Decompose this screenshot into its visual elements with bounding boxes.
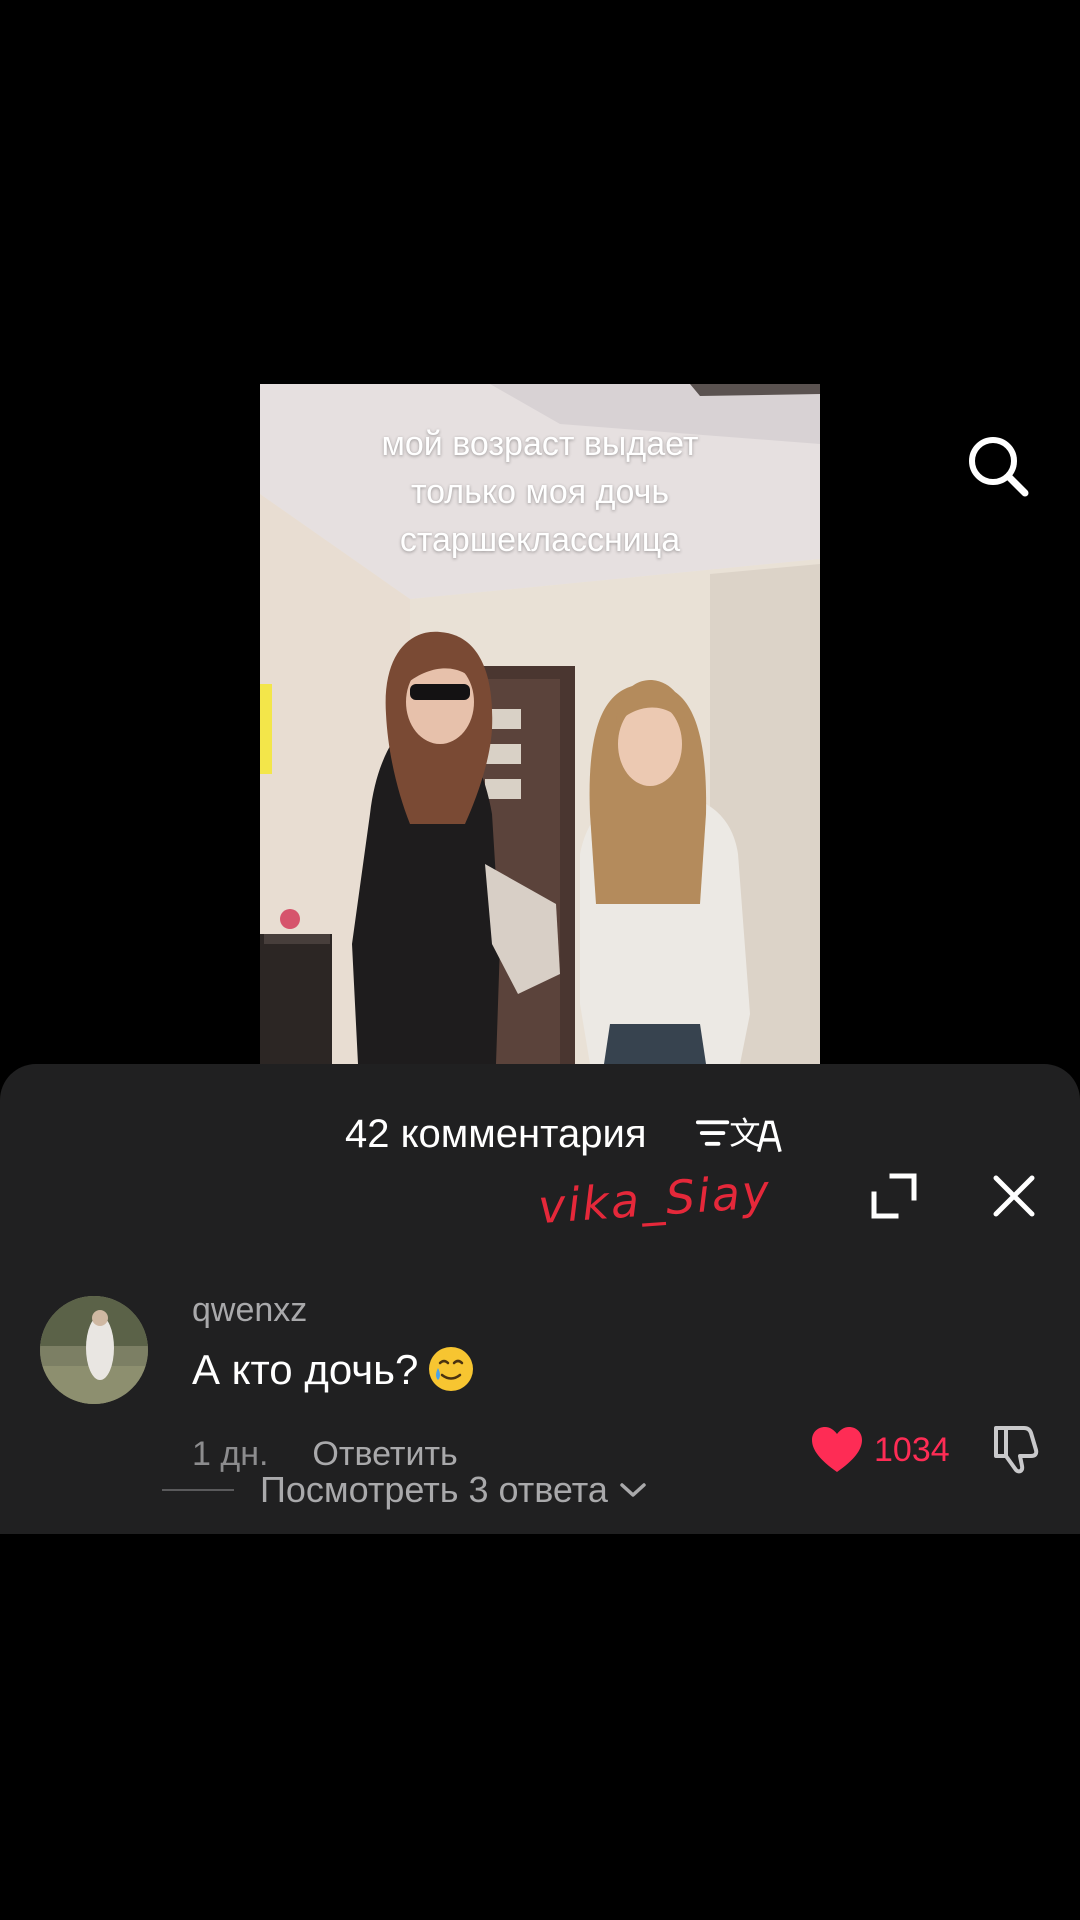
comment-text: А кто дочь? [192, 1342, 476, 1398]
replies-divider [162, 1489, 234, 1491]
avatar[interactable] [40, 1296, 148, 1404]
expand-icon [871, 1173, 917, 1219]
dislike-button[interactable] [988, 1420, 1044, 1476]
video-caption: мой возраст выдает только моя дочь старш… [260, 420, 820, 564]
comment-text-content: А кто дочь? [192, 1346, 419, 1393]
comment-item: qwenxz А кто дочь? 1 дн. Ответить 1034 [0, 1224, 1080, 1474]
translate-icon: 文 [695, 1116, 782, 1153]
view-replies-label: Посмотреть 3 ответа [260, 1469, 608, 1510]
like-count: 1034 [874, 1430, 950, 1469]
like-button[interactable]: 1034 [810, 1420, 950, 1480]
comments-count-title: 42 комментария [345, 1112, 647, 1156]
video-player[interactable]: мой возраст выдает только моя дочь старш… [260, 384, 820, 1064]
avatar-image [40, 1296, 148, 1404]
translate-button[interactable]: 文 [694, 1108, 784, 1162]
heart-icon [812, 1427, 862, 1472]
svg-text:文: 文 [729, 1116, 760, 1152]
comment-username[interactable]: qwenxz [192, 1290, 307, 1330]
close-icon [993, 1175, 1035, 1217]
smiling-face-with-tear-emoji [429, 1347, 474, 1391]
caption-line: мой возраст выдает [381, 425, 699, 463]
search-button[interactable] [960, 428, 1036, 504]
caption-line: старшеклассница [399, 521, 681, 559]
chevron-down-icon [620, 1483, 646, 1497]
comments-sheet: 42 комментария 文 vika_Siay qwenxz А кто … [0, 1064, 1080, 1534]
search-icon [969, 437, 1029, 497]
thumbs-down-icon [994, 1426, 1039, 1474]
view-replies-button[interactable]: Посмотреть 3 ответа [162, 1466, 648, 1514]
expand-button[interactable] [868, 1170, 920, 1222]
screen: мой возраст выдает только моя дочь старш… [0, 0, 1080, 1920]
close-button[interactable] [988, 1170, 1040, 1222]
caption-line: только моя дочь [410, 473, 670, 511]
